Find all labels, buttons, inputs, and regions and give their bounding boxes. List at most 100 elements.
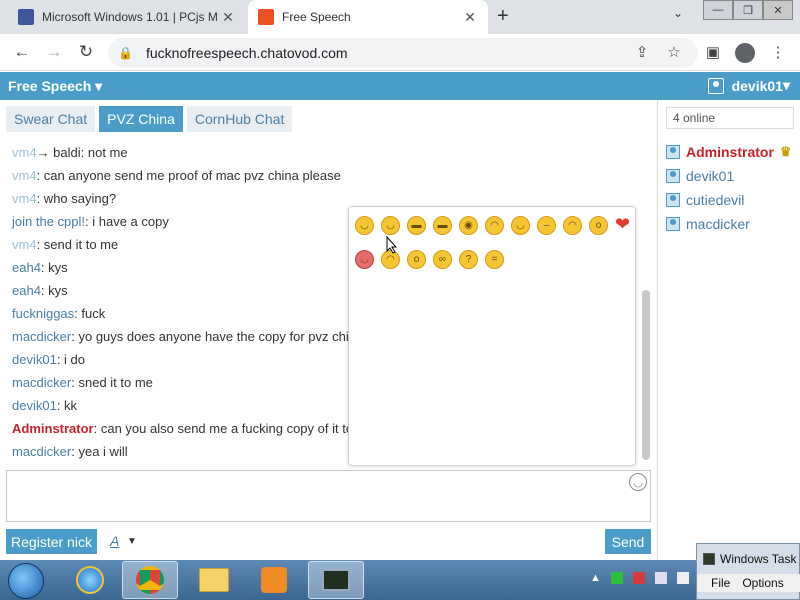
user-icon <box>666 169 680 183</box>
message-nick[interactable]: macdicker <box>12 375 71 390</box>
font-style-button[interactable]: A <box>110 533 119 549</box>
message-nick[interactable]: vm4 <box>12 191 37 206</box>
tab-cornhub-chat[interactable]: CornHub Chat <box>186 106 293 132</box>
send-button[interactable]: Send <box>605 529 651 554</box>
profile-avatar[interactable] <box>735 43 755 63</box>
user-menu[interactable]: devik01 ▾ <box>707 77 790 94</box>
chat-message: vm4: send it to me <box>12 237 118 252</box>
tab-search-icon[interactable]: ⌄ <box>673 6 683 20</box>
browser-tab-free-speech[interactable]: Free Speech ✕ <box>248 0 488 34</box>
taskbar-task-manager[interactable] <box>308 561 364 599</box>
user-list-sidebar: 4 online Adminstrator ♛ devik01 cutiedev… <box>657 100 800 560</box>
glasses-emoji[interactable]: ∞ <box>433 250 452 269</box>
close-tab-icon[interactable]: ✕ <box>220 9 236 26</box>
taskbar-chrome[interactable] <box>122 561 178 599</box>
message-nick[interactable]: vm4 <box>12 168 37 183</box>
tongue-emoji[interactable]: ◡ <box>511 216 530 235</box>
close-tab-icon[interactable]: ✕ <box>462 9 478 26</box>
address-bar[interactable]: 🔒 fucknofreespeech.chatovod.com <box>108 38 698 67</box>
whistle-emoji[interactable]: o <box>407 250 426 269</box>
tab-pvz-china[interactable]: PVZ China <box>99 106 183 132</box>
bookmark-star-icon[interactable]: ☆ <box>664 43 684 63</box>
app-header: Free Speech ▾ devik01 ▾ <box>0 72 800 100</box>
chat-message: macdicker: yea i will <box>12 444 128 459</box>
menu-options[interactable]: Options <box>742 576 783 590</box>
user-item-macdicker[interactable]: macdicker <box>666 216 750 232</box>
room-dropdown[interactable]: Free Speech ▾ <box>8 78 102 95</box>
task-manager-window[interactable]: Windows Task File Options <box>696 543 800 600</box>
message-nick[interactable]: vm4 <box>12 145 37 160</box>
register-nick-button[interactable]: Register nick <box>6 529 97 554</box>
chat-message: eah4: kys <box>12 260 68 275</box>
message-input[interactable] <box>6 470 651 522</box>
message-text: not me <box>84 145 128 160</box>
sad-emoji[interactable]: ◠ <box>563 216 582 235</box>
lock-icon: 🔒 <box>118 45 133 60</box>
smile-emoji[interactable]: ◡ <box>355 216 374 235</box>
tray-expand-icon[interactable]: ▲ <box>590 572 601 584</box>
side-panel-icon[interactable]: ▣ <box>703 43 723 63</box>
restore-icon[interactable]: ❐ <box>733 0 763 20</box>
volume-icon[interactable] <box>676 572 689 584</box>
confused-emoji[interactable]: ? <box>459 250 478 269</box>
window-controls: — ❐ ✕ <box>703 0 793 20</box>
neutral-emoji[interactable]: – <box>537 216 556 235</box>
back-icon[interactable]: ← <box>12 42 32 62</box>
chevron-down-icon[interactable]: ▼ <box>127 536 137 547</box>
laugh-emoji[interactable]: ▬ <box>407 216 426 235</box>
message-nick[interactable]: eah4 <box>12 260 41 275</box>
message-nick[interactable]: eah4 <box>12 283 41 298</box>
start-button-icon[interactable] <box>8 563 44 599</box>
url-text: fucknofreespeech.chatovod.com <box>146 44 348 61</box>
chevron-down-icon: ▾ <box>782 77 790 93</box>
browser-toolbar: ← → ↻ 🔒 fucknofreespeech.chatovod.com ⇪ … <box>0 34 800 71</box>
user-item-adminstrator[interactable]: Adminstrator ♛ <box>666 144 792 160</box>
online-count: 4 online <box>666 107 794 129</box>
love-emoji[interactable]: ◡ <box>355 250 374 269</box>
big-grin-emoji[interactable]: ▬ <box>433 216 452 235</box>
message-scrollbar[interactable] <box>642 290 650 460</box>
message-nick[interactable]: Adminstrator <box>12 421 94 436</box>
chat-message: vm4: can anyone send me proof of mac pvz… <box>12 168 341 183</box>
blush-emoji[interactable]: = <box>485 250 504 269</box>
taskbar-explorer[interactable] <box>186 561 242 599</box>
browser-tab-pcjs[interactable]: Microsoft Windows 1.01 | PCjs M ✕ <box>8 0 246 34</box>
mouse-cursor-icon <box>386 235 398 254</box>
heart-emoji[interactable]: ❤ <box>613 214 632 234</box>
user-item-devik01[interactable]: devik01 <box>666 168 734 184</box>
tab-title: Free Speech <box>282 10 351 24</box>
forward-icon[interactable]: → <box>44 42 64 62</box>
message-nick[interactable]: devik01 <box>12 352 57 367</box>
share-icon[interactable]: ⇪ <box>632 43 652 63</box>
task-manager-icon <box>322 569 350 591</box>
flag-icon[interactable] <box>632 572 645 584</box>
shocked-emoji[interactable]: ◉ <box>459 216 478 235</box>
message-nick[interactable]: join the cppl! <box>12 214 85 229</box>
close-window-icon[interactable]: ✕ <box>763 0 793 20</box>
wink-emoji[interactable]: ◠ <box>485 216 504 235</box>
message-nick[interactable]: macdicker <box>12 444 71 459</box>
user-item-cutiedevil[interactable]: cutiedevil <box>666 192 744 208</box>
message-list: vm4→ baldi: not me vm4: can anyone send … <box>0 140 350 465</box>
menu-kebab-icon[interactable]: ⋮ <box>768 43 788 63</box>
tab-swear-chat[interactable]: Swear Chat <box>6 106 96 132</box>
room-title: Free Speech <box>8 78 92 94</box>
message-nick[interactable]: fuckniggas <box>12 306 74 321</box>
reload-icon[interactable]: ↻ <box>76 42 96 62</box>
message-nick[interactable]: macdicker <box>12 329 71 344</box>
surprised-emoji[interactable]: o <box>589 216 608 235</box>
message-nick[interactable]: devik01 <box>12 398 57 413</box>
task-manager-icon <box>703 553 715 565</box>
taskbar-ie[interactable] <box>62 561 118 599</box>
smiley-icon[interactable]: ◡ <box>629 473 647 491</box>
grin-emoji[interactable]: ◡ <box>381 216 400 235</box>
user-name: macdicker <box>686 216 750 232</box>
new-tab-button[interactable]: + <box>497 5 509 28</box>
minimize-icon[interactable]: — <box>703 0 733 20</box>
display-icon[interactable] <box>654 572 667 584</box>
network-icon[interactable] <box>610 572 623 584</box>
message-nick[interactable]: vm4 <box>12 237 37 252</box>
user-icon <box>666 145 680 159</box>
menu-file[interactable]: File <box>711 576 730 590</box>
taskbar-media-player[interactable] <box>246 561 302 599</box>
